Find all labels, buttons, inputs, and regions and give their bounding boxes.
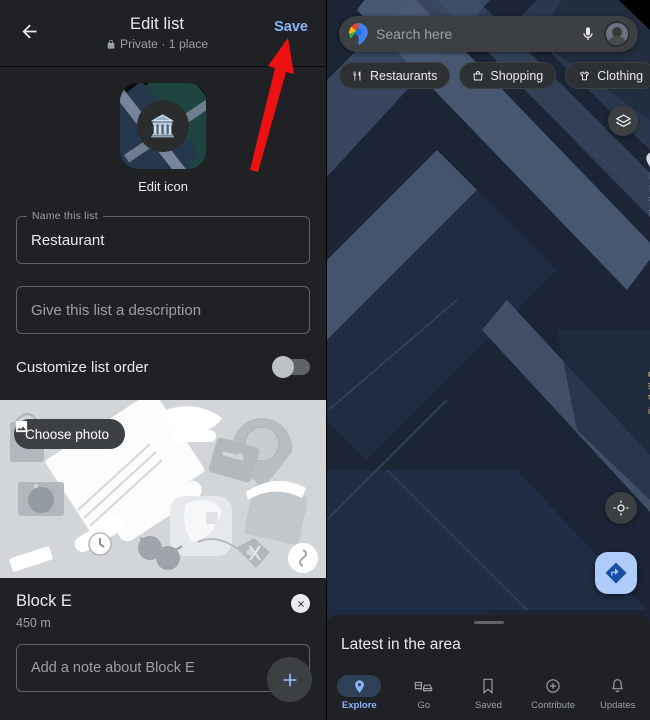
choose-photo-label: Choose photo [25,426,110,442]
image-icon [15,420,28,433]
nav-item-contribute[interactable]: Contribute [523,675,583,711]
list-description-input[interactable]: Give this list a description [16,286,310,334]
nav-item-explore-label: Explore [341,700,377,711]
choose-photo-button[interactable]: Choose photo [14,419,126,449]
map-layers-button[interactable] [608,106,638,136]
chip-restaurants-label: Restaurants [370,68,438,83]
nav-item-go-label: Go [417,700,431,711]
list-name-value: Restaurant [31,231,105,249]
list-description-placeholder: Give this list a description [31,301,202,319]
my-location-button[interactable] [605,492,637,524]
add-place-fab[interactable] [267,657,312,702]
chip-restaurants[interactable]: Restaurants [339,62,451,89]
edit-list-panel: Edit list Private · 1 place Save 🏛️ Edit… [0,0,327,720]
tshirt-icon [580,70,590,80]
place-name: Block E [16,592,72,610]
list-icon-section: 🏛️ Edit icon [0,67,326,208]
place-note-input[interactable]: Add a note about Block E [16,644,310,692]
account-avatar[interactable] [604,21,630,47]
arrow-left-icon [22,24,36,38]
nav-item-updates-label: Updates [599,700,636,711]
edit-icon-tile[interactable]: 🏛️ [120,83,206,169]
page-title: Edit list [130,15,185,33]
list-form: Name this list Restaurant Give this list… [0,208,326,334]
app-bar-divider [0,66,326,67]
map-panel[interactable]: Search here Restaurants Shopping Clothin… [327,0,650,720]
chip-shopping[interactable]: Shopping [459,62,557,89]
customize-list-order-label: Customize list order [16,358,149,376]
customize-list-order-row[interactable]: Customize list order [0,350,326,384]
chip-clothing[interactable]: Clothing [565,62,650,89]
place-pin-icon [646,152,650,167]
photo-picker-strip[interactable]: Choose photo [0,400,326,578]
restaurant-icon [353,71,361,80]
nav-item-saved-label: Saved [475,700,502,711]
commute-icon [402,675,446,697]
shopping-bag-icon [473,70,483,80]
toggle-knob [272,356,294,378]
layers-icon [615,113,631,127]
lock-icon [106,39,116,50]
microphone-icon[interactable] [580,26,596,42]
app-bar-center: Edit list Private · 1 place [44,15,270,51]
bottom-navigation[interactable]: Explore Go Saved Contribute Updates [327,666,650,720]
explore-pin-icon [337,675,382,697]
close-icon [297,600,304,607]
remove-place-button[interactable] [291,594,310,613]
sheet-title: Latest in the area [341,636,461,653]
chip-shopping-label: Shopping [490,68,544,83]
map-canvas[interactable] [327,0,650,720]
map-search-placeholder: Search here [376,26,453,42]
directions-arrow-icon [605,562,627,584]
edit-icon-label[interactable]: Edit icon [0,179,326,194]
chip-clothing-label: Clothing [597,68,644,83]
place-note-placeholder: Add a note about Block E [31,660,195,676]
app-bar: Edit list Private · 1 place Save [0,0,326,66]
list-name-input[interactable]: Name this list Restaurant [16,210,310,264]
nav-item-saved[interactable]: Saved [458,675,518,711]
list-name-legend: Name this list [27,210,103,222]
plus-icon [283,673,296,686]
list-privacy-status: Private · 1 place [44,37,270,51]
avatar-body [607,36,627,45]
google-maps-pin-icon [349,23,368,45]
directions-fab[interactable] [595,552,637,594]
save-button[interactable]: Save [270,17,312,37]
plus-circle-icon [531,675,575,697]
my-location-icon [613,500,629,516]
map-search-input[interactable]: Search here [376,26,572,42]
bell-icon [596,675,640,697]
list-privacy-text: Private · 1 place [120,37,209,51]
place-distance: 450 m [16,616,51,630]
map-search-bar[interactable]: Search here [339,16,638,52]
customize-list-order-toggle[interactable] [272,356,310,378]
bookmark-icon [466,675,510,697]
nav-item-updates[interactable]: Updates [588,675,648,711]
category-chip-row[interactable]: Restaurants Shopping Clothing [339,62,650,89]
nav-item-explore[interactable]: Explore [329,675,389,711]
bottom-sheet[interactable]: Latest in the area Explore Go Saved Cont… [327,615,650,720]
back-button[interactable] [14,16,44,46]
nav-item-contribute-label: Contribute [531,700,575,711]
nav-item-go[interactable]: Go [394,675,454,711]
list-emoji-icon: 🏛️ [137,100,189,152]
